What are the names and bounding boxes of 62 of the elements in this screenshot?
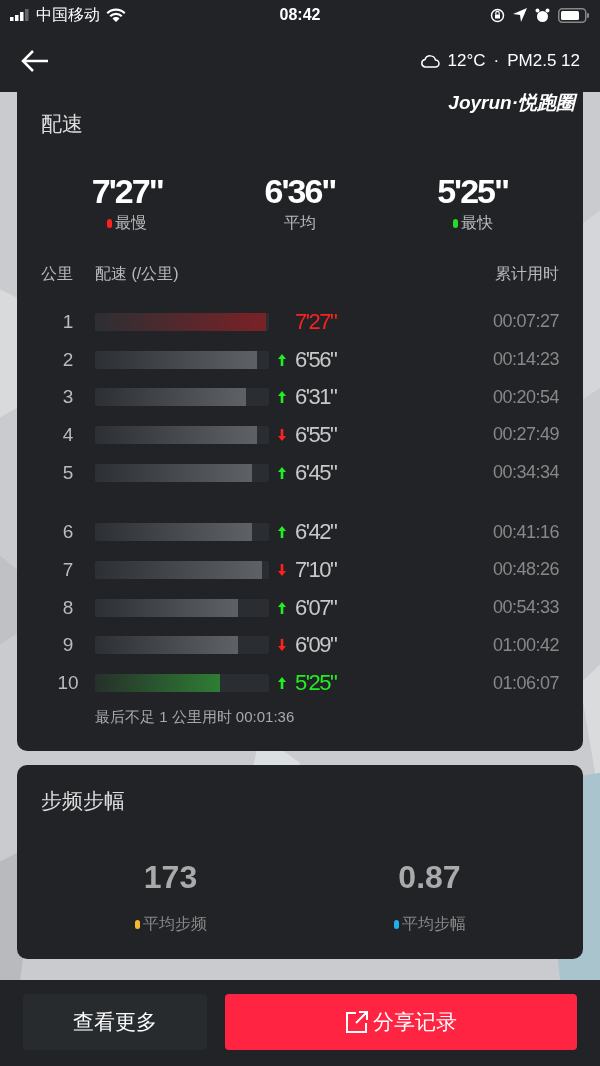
pace-value: 6'56"	[295, 346, 338, 373]
pace-value: 6'45"	[295, 459, 338, 486]
stat-value: 0.87	[398, 858, 461, 896]
more-button[interactable]: 查看更多	[23, 994, 207, 1050]
column-header: 累计用时	[495, 264, 559, 284]
km-number: 6	[61, 521, 75, 544]
pace-value: 6'55"	[295, 421, 338, 448]
stat-value: 173	[143, 858, 198, 896]
km-number: 2	[61, 348, 75, 371]
cumulative-time: 00:34:34	[491, 462, 559, 484]
stat-label: 平均步幅	[401, 913, 466, 934]
carrier-name: 中国移动	[36, 4, 100, 25]
cumulative-time: 00:27:49	[491, 424, 559, 446]
wifi-icon	[106, 8, 126, 22]
column-header: 配速 (/公里)	[95, 264, 180, 284]
cumulative-time: 01:00:42	[491, 634, 559, 656]
cumulative-time: 00:41:16	[491, 521, 559, 543]
column-header: 公里	[41, 264, 74, 284]
air-quality-text: PM2.5 12	[507, 51, 580, 71]
cumulative-time: 00:20:54	[491, 386, 559, 408]
pace-value: 7'27"	[91, 172, 163, 211]
pace-value: 7'10"	[295, 556, 338, 583]
pace-value: 6'36"	[264, 172, 336, 211]
km-number: 8	[61, 596, 75, 619]
pace-value: 6'09"	[295, 632, 338, 659]
pace-label: 最慢	[115, 213, 148, 233]
separator-dot: ·	[493, 51, 500, 71]
stat-label: 平均步频	[142, 913, 207, 934]
km-number: 9	[61, 634, 75, 657]
pace-label: 最快	[460, 213, 493, 233]
cumulative-time: 01:06:07	[491, 672, 559, 694]
share-icon	[345, 1010, 369, 1034]
card-title: 配速	[41, 111, 84, 137]
pace-value: 5'25"	[437, 172, 509, 211]
cumulative-time: 00:54:33	[491, 597, 559, 619]
back-arrow-icon[interactable]	[20, 49, 50, 73]
cumulative-time: 00:07:27	[491, 311, 559, 333]
km-number: 10	[56, 672, 80, 695]
signal-icon	[10, 9, 30, 21]
km-number: 3	[61, 386, 75, 409]
km-number: 7	[61, 558, 75, 581]
km-number: 4	[61, 423, 75, 446]
cloud-icon	[419, 54, 440, 68]
location-arrow-icon	[513, 8, 527, 22]
km-number: 1	[61, 310, 75, 333]
pace-label: 平均	[284, 213, 316, 233]
share-button[interactable]: 分享记录	[225, 994, 577, 1050]
pace-value: 5'25"	[295, 670, 338, 697]
pace-value: 6'42"	[295, 519, 338, 546]
footnote-text: 最后不足 1 公里用时 00:01:36	[95, 707, 296, 727]
pace-value: 7'27"	[295, 308, 338, 335]
battery-icon	[558, 7, 590, 23]
km-number: 5	[61, 461, 75, 484]
cumulative-time: 00:14:23	[491, 349, 559, 371]
alarm-icon	[535, 7, 550, 23]
pace-value: 6'07"	[295, 594, 338, 621]
rotation-lock-icon	[490, 7, 505, 23]
cumulative-time: 00:48:26	[491, 559, 559, 581]
card-title: 步频步幅	[41, 787, 126, 814]
pace-value: 6'31"	[295, 384, 338, 411]
temperature-text: 12°C	[447, 51, 486, 71]
clock-time: 08:42	[279, 6, 321, 24]
